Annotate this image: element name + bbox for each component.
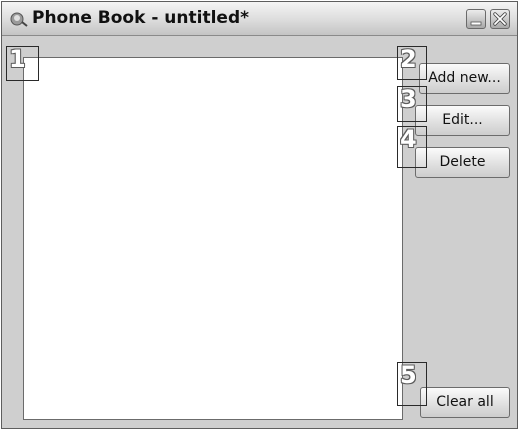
window-title: Phone Book - untitled* — [32, 8, 250, 28]
phonebook-app-icon — [9, 11, 29, 27]
callout-1: 1 — [6, 45, 39, 81]
clear-all-button[interactable]: Clear all — [420, 387, 510, 418]
delete-button[interactable]: Delete — [415, 147, 510, 178]
callout-label: 3 — [400, 85, 417, 113]
callout-label: 4 — [400, 125, 417, 153]
phone-book-window: Phone Book - untitled* Add new... Edit..… — [1, 1, 518, 429]
callout-label: 2 — [400, 45, 417, 73]
callout-label: 5 — [400, 361, 417, 389]
callout-2: 2 — [397, 45, 427, 80]
edit-button[interactable]: Edit... — [415, 105, 510, 136]
callout-label: 1 — [9, 45, 26, 73]
callout-3: 3 — [397, 85, 427, 122]
minimize-button[interactable] — [466, 9, 486, 29]
close-button[interactable] — [490, 9, 510, 29]
callout-5: 5 — [397, 361, 427, 406]
add-new-button[interactable]: Add new... — [419, 63, 510, 94]
contacts-list[interactable] — [23, 57, 403, 420]
callout-4: 4 — [397, 125, 427, 168]
title-bar[interactable]: Phone Book - untitled* — [2, 2, 517, 36]
